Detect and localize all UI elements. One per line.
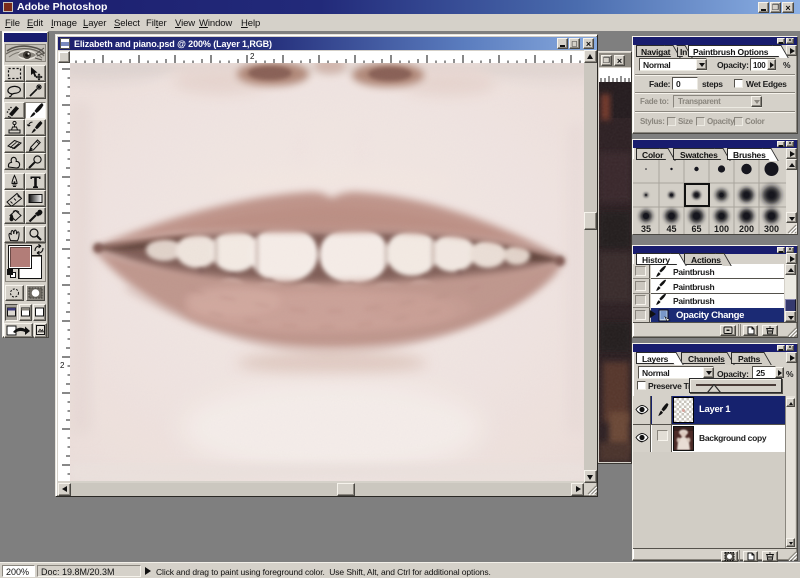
svg-text:100: 100	[714, 224, 729, 234]
svg-text:35: 35	[641, 224, 651, 234]
svg-text:200: 200	[739, 224, 754, 234]
svg-text:45: 45	[666, 224, 676, 234]
svg-text:2: 2	[250, 52, 255, 61]
svg-text:300: 300	[764, 224, 779, 234]
svg-text:65: 65	[691, 224, 701, 234]
svg-text:2: 2	[60, 361, 65, 370]
